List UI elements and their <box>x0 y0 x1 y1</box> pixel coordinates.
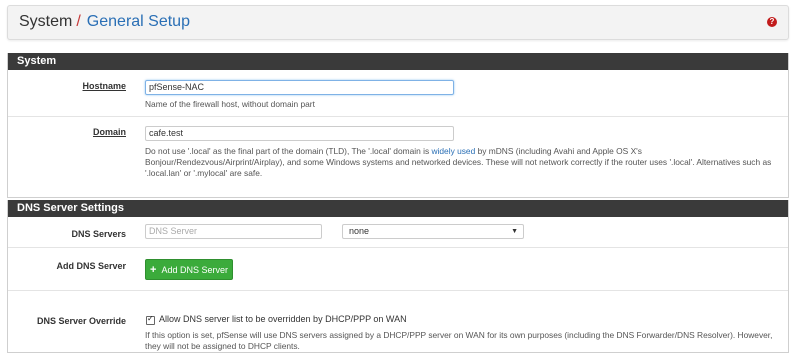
dns-gateway-selected: none <box>349 226 370 236</box>
dns-gateway-select[interactable]: none ▼ <box>342 224 524 239</box>
breadcrumb-separator: / <box>76 13 81 30</box>
breadcrumb-general-setup-link[interactable]: General Setup <box>87 13 190 30</box>
domain-label: Domain <box>92 127 126 137</box>
plus-icon: + <box>150 264 157 276</box>
system-panel-heading: System <box>8 53 788 70</box>
dns-override-checkbox[interactable]: ✓ <box>146 314 155 325</box>
hostname-input[interactable]: pfSense-NAC <box>145 80 454 95</box>
dns-override-checkbox-label: Allow DNS server list to be overridden b… <box>159 314 407 324</box>
hostname-help: Name of the firewall host, without domai… <box>145 99 315 109</box>
add-dns-server-button-label: Add DNS Server <box>161 265 228 275</box>
dns-override-label: DNS Server Override <box>36 316 126 326</box>
dns-override-help: If this option is set, pfSense will use … <box>145 330 773 351</box>
domain-help-text-1: Do not use '.local' as the final part of… <box>145 146 432 156</box>
domain-help: Do not use '.local' as the final part of… <box>145 146 780 179</box>
dns-override-row: DNS Server Override ✓ Allow DNS server l… <box>8 291 788 351</box>
checkmark-icon: ✓ <box>147 314 154 323</box>
add-dns-row: Add DNS Server + Add DNS Server <box>8 248 788 291</box>
domain-input[interactable]: cafe.test <box>145 126 454 141</box>
add-dns-label: Add DNS Server <box>56 261 126 271</box>
widely-used-link[interactable]: widely used <box>431 146 475 156</box>
question-circle-icon[interactable]: ? <box>767 17 777 27</box>
hostname-row: Hostname pfSense-NAC Name of the firewal… <box>8 70 788 117</box>
page-title: System / General Setup <box>19 13 190 31</box>
add-dns-server-button[interactable]: + Add DNS Server <box>145 259 233 280</box>
chevron-down-icon: ▼ <box>511 228 518 235</box>
dns-server-input[interactable]: DNS Server <box>145 224 322 239</box>
dns-panel-heading: DNS Server Settings <box>8 200 788 217</box>
dns-servers-label: DNS Servers <box>71 229 126 239</box>
dns-panel: DNS Server Settings DNS Servers DNS Serv… <box>7 200 789 353</box>
system-panel: System Hostname pfSense-NAC Name of the … <box>7 53 789 198</box>
breadcrumb: System / General Setup ? <box>7 5 789 40</box>
dns-servers-row: DNS Servers DNS Server none ▼ <box>8 217 788 248</box>
breadcrumb-system: System <box>19 13 73 30</box>
hostname-label: Hostname <box>82 81 126 91</box>
domain-row: Domain cafe.test Do not use '.local' as … <box>8 117 788 197</box>
